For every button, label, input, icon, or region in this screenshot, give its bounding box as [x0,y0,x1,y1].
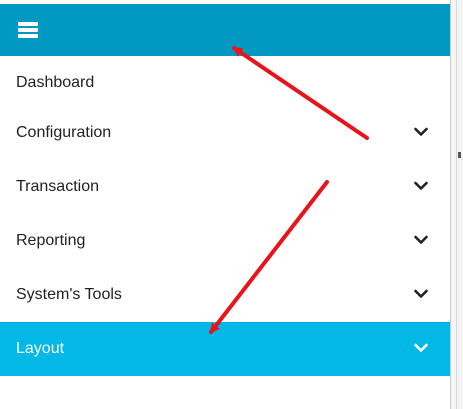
sidebar-item-layout[interactable]: Layout [0,322,450,376]
chevron-down-icon[interactable] [414,289,428,299]
sidebar-item-dashboard[interactable]: Dashboard [0,56,450,110]
sidebar-item-label: Reporting [16,232,86,249]
sidebar-item-label: System's Tools [16,286,122,303]
content-edge [450,0,463,409]
chevron-down-icon[interactable] [414,235,428,245]
chevron-down-icon[interactable] [414,127,428,137]
sidebar-item-label: Configuration [16,124,112,141]
sidebar-item-label: Transaction [16,178,99,195]
sidebar: Dashboard Configuration Transaction Repo… [0,0,450,409]
sidebar-item-reporting[interactable]: Reporting [0,214,450,268]
chevron-down-icon[interactable] [414,181,428,191]
sidebar-item-label: Dashboard [16,74,95,91]
hamburger-icon[interactable] [18,22,38,38]
divider [456,0,457,409]
chevron-down-icon[interactable] [414,343,428,353]
sidebar-header [0,4,450,56]
sidebar-item-systems-tools[interactable]: System's Tools [0,268,450,322]
sidebar-item-transaction[interactable]: Transaction [0,160,450,214]
sidebar-item-configuration[interactable]: Configuration [0,106,450,160]
content-edge-marker [458,152,461,158]
sidebar-item-label: Layout [16,340,65,357]
